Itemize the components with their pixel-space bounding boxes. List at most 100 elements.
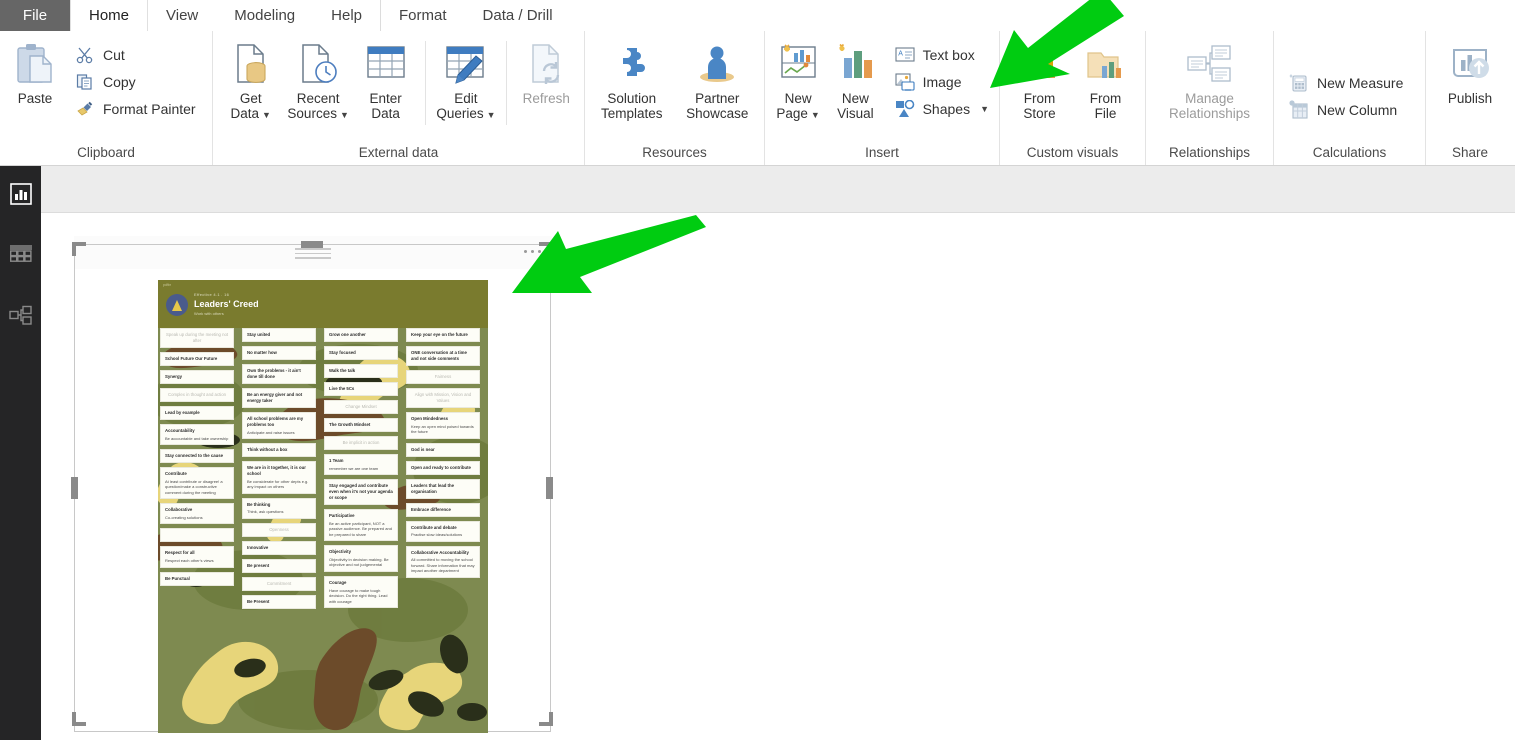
tab-modeling[interactable]: Modeling bbox=[216, 0, 313, 31]
creed-card-title: Stay united bbox=[247, 332, 271, 337]
new-measure-button[interactable]: New Measure bbox=[1284, 69, 1409, 96]
creed-card-title: Accountability bbox=[165, 428, 195, 433]
from-file-button[interactable]: From File bbox=[1073, 37, 1139, 121]
creed-card: Keep your eye on the future bbox=[406, 328, 480, 342]
resize-handle-top-right[interactable] bbox=[539, 242, 553, 256]
creed-card-title: Courage bbox=[329, 580, 347, 586]
creed-card-title bbox=[165, 532, 229, 538]
resize-handle-middle-left[interactable] bbox=[71, 477, 78, 499]
tab-file[interactable]: File bbox=[0, 0, 70, 31]
publish-button[interactable]: Publish bbox=[1433, 37, 1507, 106]
svg-text:A: A bbox=[898, 51, 903, 58]
creed-card-title: The Growth Mindset bbox=[329, 422, 371, 427]
format-painter-button[interactable]: Format Painter bbox=[70, 95, 202, 122]
creed-card-title: Be an energy giver and not energy taker bbox=[247, 392, 303, 403]
image-button[interactable]: Image bbox=[890, 68, 995, 95]
creed-column: Stay united No matter how Own the problems… bbox=[242, 328, 316, 613]
creed-card-title: Objectivity bbox=[329, 549, 351, 555]
image-visual[interactable]: pdfbr Effective 4.1 . 16 Leaders' Creed … bbox=[71, 236, 553, 734]
sidebar-item-report-view[interactable] bbox=[0, 166, 41, 227]
partner-showcase-button[interactable]: Partner Showcase bbox=[675, 37, 761, 121]
get-data-button[interactable]: Get Data ▼ bbox=[217, 37, 284, 123]
ribbon-group-relationships: Manage Relationships Relationships bbox=[1146, 31, 1274, 165]
copy-button[interactable]: Copy bbox=[70, 68, 202, 95]
tab-format[interactable]: Format bbox=[380, 0, 465, 31]
creed-card: The Growth Mindset bbox=[324, 418, 398, 432]
solution-templates-label-line2: Templates bbox=[600, 106, 663, 121]
group-title-insert: Insert bbox=[865, 145, 899, 160]
from-store-button[interactable]: From Store bbox=[1007, 37, 1073, 121]
creed-card-title: Align with Mission, Vision and Values bbox=[414, 392, 472, 403]
creed-card: Open and ready to contribute bbox=[406, 460, 480, 475]
creed-card-title: Stay focused bbox=[329, 350, 356, 355]
new-page-label-line1: New bbox=[784, 91, 812, 106]
creed-card: Speak up during the meeting not after bbox=[160, 328, 234, 348]
tab-help[interactable]: Help bbox=[313, 0, 380, 31]
enter-data-button[interactable]: Enter Data bbox=[352, 37, 419, 121]
creed-card-detail: All committed to moving the school forwa… bbox=[411, 557, 475, 574]
tab-home[interactable]: Home bbox=[70, 0, 149, 31]
enter-data-label-line1: Enter bbox=[369, 91, 402, 106]
creed-card: Participative Be an active participant, N… bbox=[324, 509, 398, 542]
sidebar-item-data-view[interactable] bbox=[0, 227, 41, 288]
shapes-button[interactable]: Shapes ▼ bbox=[890, 95, 995, 122]
puzzle-piece-icon bbox=[610, 41, 654, 87]
resize-handle-bottom-right[interactable] bbox=[539, 712, 553, 726]
creed-card: Stay engaged and contribute even when it… bbox=[324, 479, 398, 506]
manage-relationships-button[interactable]: Manage Relationships bbox=[1154, 37, 1266, 121]
refresh-icon bbox=[524, 41, 568, 87]
new-visual-button[interactable]: New Visual bbox=[827, 37, 883, 121]
creed-card-title: No matter how bbox=[247, 350, 277, 355]
creed-card-detail: Think, ask questions bbox=[247, 509, 284, 515]
chevron-down-icon[interactable]: ▼ bbox=[980, 104, 989, 114]
group-title-share: Share bbox=[1451, 145, 1489, 160]
creed-card-title: Contribute bbox=[165, 471, 187, 477]
creed-card: We are in it together, it is our school B… bbox=[242, 461, 316, 494]
creed-card-detail: Respect each other's views bbox=[165, 557, 214, 563]
creed-card: Be thinking Think, ask questions bbox=[242, 497, 316, 519]
creed-card: Be present bbox=[242, 558, 316, 573]
creed-card-title: Lead by example bbox=[165, 410, 200, 415]
image-label: Image bbox=[922, 73, 962, 90]
edit-queries-button[interactable]: Edit Queries ▼ bbox=[432, 37, 499, 123]
new-column-button[interactable]: New Column bbox=[1284, 96, 1409, 123]
resize-handle-top-center[interactable] bbox=[301, 241, 323, 248]
resize-handle-top-left[interactable] bbox=[72, 242, 86, 256]
group-title-custom-visuals: Custom visuals bbox=[1026, 145, 1119, 160]
creed-card-detail: Objectivity in decision making. Be objec… bbox=[329, 556, 389, 568]
tab-view[interactable]: View bbox=[148, 0, 216, 31]
tab-data-drill[interactable]: Data / Drill bbox=[465, 0, 571, 31]
chevron-down-icon[interactable]: ▼ bbox=[262, 110, 271, 120]
creed-card-title: We are in it together, it is our school bbox=[247, 465, 306, 477]
insert-small-commands: A Text box Image Shapes ▼ bbox=[890, 37, 995, 122]
creed-card: Embrace difference bbox=[406, 502, 480, 517]
publish-label: Publish bbox=[1447, 91, 1493, 106]
refresh-button[interactable]: Refresh bbox=[513, 37, 580, 106]
enter-data-label-line2: Data bbox=[371, 106, 400, 121]
chevron-down-icon[interactable]: ▼ bbox=[487, 110, 496, 120]
creed-card-title: Open Mindedness bbox=[411, 416, 449, 421]
sidebar-item-model-view[interactable] bbox=[0, 288, 41, 349]
new-column-icon bbox=[1288, 99, 1310, 120]
text-box-button[interactable]: A Text box bbox=[890, 41, 995, 68]
report-view-icon bbox=[9, 183, 32, 210]
chevron-down-icon[interactable]: ▼ bbox=[340, 110, 349, 120]
new-page-button[interactable]: New Page ▼ bbox=[769, 37, 827, 123]
clipboard-small-commands: Cut Copy Format Painter bbox=[70, 37, 202, 122]
resize-handle-bottom-left[interactable] bbox=[72, 712, 86, 726]
crest-icon bbox=[166, 294, 188, 316]
solution-templates-button[interactable]: Solution Templates bbox=[589, 37, 675, 121]
resize-handle-middle-right[interactable] bbox=[546, 477, 553, 499]
paste-button[interactable]: Paste bbox=[4, 37, 66, 106]
recent-sources-button[interactable]: Recent Sources ▼ bbox=[284, 37, 351, 123]
creed-card: Stay connected to the cause bbox=[160, 449, 234, 464]
calculations-commands: New Measure New Column bbox=[1284, 65, 1409, 123]
creed-column: Grow one another Stay focused Walk the tal… bbox=[324, 328, 398, 612]
report-canvas-area: pdfbr Effective 4.1 . 16 Leaders' Creed … bbox=[41, 166, 1515, 740]
creed-card: Leaders that lead the organisation bbox=[406, 478, 480, 499]
creed-card-detail: Anticipate and raise issues bbox=[247, 429, 295, 435]
cut-button[interactable]: Cut bbox=[70, 41, 202, 68]
chevron-down-icon[interactable]: ▼ bbox=[811, 110, 820, 120]
creed-card-title: Keep your eye on the future bbox=[411, 332, 468, 337]
new-page-label-line2: Page bbox=[776, 106, 808, 121]
